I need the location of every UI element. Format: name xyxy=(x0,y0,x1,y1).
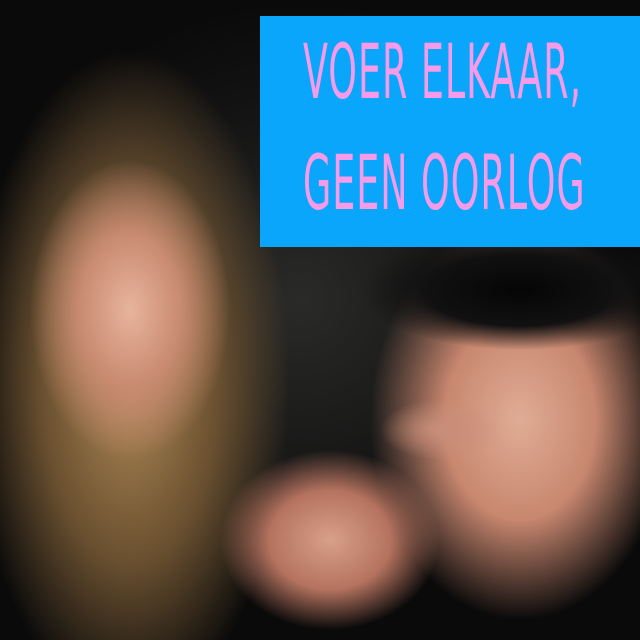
banner-line-2: GEEN OORLOG xyxy=(303,138,586,227)
text-banner: VOER ELKAAR, GEEN OORLOG xyxy=(260,16,640,247)
banner-line-1: VOER ELKAAR, xyxy=(303,27,583,116)
